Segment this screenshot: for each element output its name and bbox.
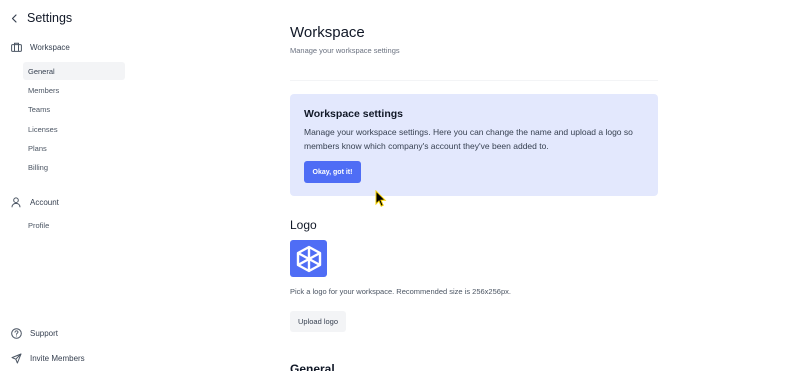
invite-members-link[interactable]: Invite Members: [10, 352, 85, 364]
sidebar-header: Settings: [10, 10, 72, 26]
sidebar-section-label: Account: [30, 197, 59, 207]
invite-members-label: Invite Members: [30, 353, 85, 363]
sidebar-section-label: Workspace: [30, 42, 70, 52]
sidebar-item-members[interactable]: Members: [23, 81, 125, 99]
sidebar-item-label: Billing: [28, 162, 49, 172]
sidebar-item-teams[interactable]: Teams: [23, 100, 125, 118]
sidebar-section-account: Account: [10, 196, 59, 208]
workspace-logo[interactable]: [290, 240, 327, 277]
mouse-cursor-icon: [375, 190, 387, 207]
user-icon: [10, 196, 22, 208]
upload-logo-button[interactable]: Upload logo: [290, 311, 346, 332]
sidebar-item-plans[interactable]: Plans: [23, 139, 125, 157]
help-circle-icon: [10, 327, 22, 339]
chevron-left-icon[interactable]: [10, 10, 18, 26]
cube-icon: [296, 245, 321, 272]
support-link[interactable]: Support: [10, 327, 58, 339]
page-title: Workspace: [290, 24, 365, 41]
settings-main: Workspace Manage your workspace settings…: [290, 0, 660, 371]
sidebar-item-label: Profile: [28, 220, 50, 230]
briefcase-icon: [10, 41, 22, 53]
send-icon: [10, 352, 22, 364]
general-section-heading: General: [290, 362, 335, 371]
page-subtitle: Manage your workspace settings: [290, 46, 400, 55]
sidebar-item-label: General: [28, 66, 55, 76]
dismiss-callout-button[interactable]: Okay, got it!: [304, 161, 361, 183]
callout-title: Workspace settings: [304, 108, 404, 120]
sidebar-item-general[interactable]: General: [23, 62, 125, 80]
settings-sidebar: Settings Workspace General Members Teams…: [0, 0, 140, 371]
sidebar-item-label: Members: [28, 85, 60, 95]
sidebar-title: Settings: [27, 11, 73, 25]
logo-hint: Pick a logo for your workspace. Recommen…: [290, 287, 511, 296]
divider: [290, 80, 658, 81]
callout-body: Manage your workspace settings. Here you…: [304, 127, 633, 151]
sidebar-item-billing[interactable]: Billing: [23, 158, 125, 176]
workspace-settings-callout: Workspace settings Manage your workspace…: [290, 94, 658, 196]
sidebar-item-profile[interactable]: Profile: [23, 216, 125, 234]
support-label: Support: [30, 328, 59, 338]
sidebar-section-workspace: Workspace: [10, 41, 70, 53]
sidebar-item-label: Licenses: [28, 124, 58, 134]
sidebar-item-label: Teams: [28, 104, 51, 114]
sidebar-item-label: Plans: [28, 143, 47, 153]
logo-section-heading: Logo: [290, 218, 317, 232]
sidebar-item-licenses[interactable]: Licenses: [23, 120, 125, 138]
